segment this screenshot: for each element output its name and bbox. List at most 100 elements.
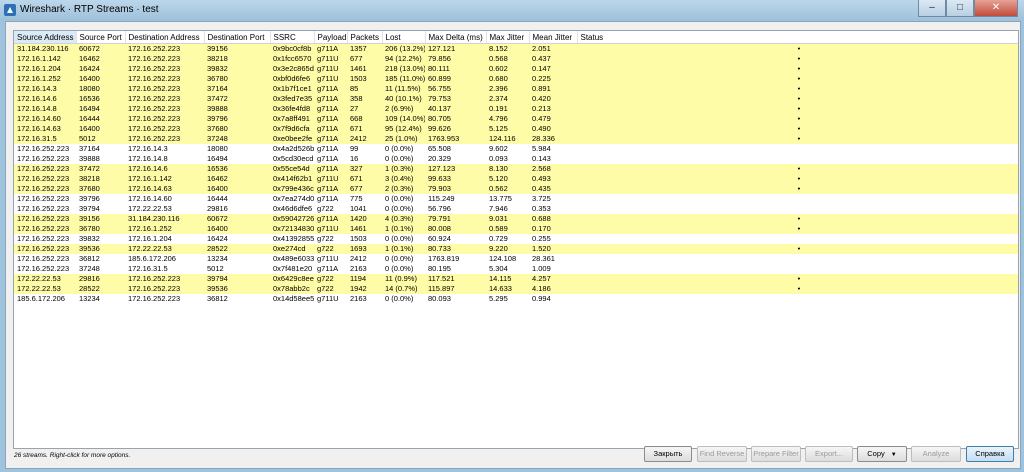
table-row[interactable]: 172.16.14.6 16536 172.16.252.223 37472 0x3fe… <box>14 94 1018 104</box>
table-row[interactable]: 172.16.1.142 16462 172.16.252.223 38218 0x1f… <box>14 54 1018 64</box>
table-row[interactable]: 172.16.252.223 38218 172.16.1.142 16462 0x41… <box>14 174 1018 184</box>
copy-button[interactable]: Copy ▼ <box>857 446 907 462</box>
table-cell: 99.626 <box>425 124 486 134</box>
column-header[interactable]: Lost <box>382 31 426 44</box>
table-cell: 16400 <box>204 224 270 234</box>
table-cell: 2.396 <box>486 84 529 94</box>
table-cell: 37164 <box>204 84 270 94</box>
table-cell: 40 (10.1%) <box>382 94 425 104</box>
table-cell: 775 <box>350 194 363 203</box>
table-cell: 95 (12.4%) <box>382 124 425 134</box>
table-cell: 1763.953 <box>425 134 486 144</box>
table-cell: 60672 <box>204 214 270 224</box>
table-cell: 13234 <box>207 254 228 263</box>
table-cell: 29816 <box>207 204 228 213</box>
table-cell: 172.16.252.223 <box>125 284 204 294</box>
table-cell: 172.22.22.53 <box>128 204 172 213</box>
prepare-filter-button[interactable]: Prepare Filter <box>751 446 801 462</box>
table-cell: 37472 <box>76 164 125 174</box>
table-cell: 1420 <box>347 214 382 224</box>
column-header[interactable]: Source Port <box>76 31 126 44</box>
table-cell: 0.602 <box>486 64 529 74</box>
column-header[interactable]: Max Delta (ms) <box>425 31 487 44</box>
table-row[interactable]: 172.16.252.223 39794 172.22.22.53 29816 0x46… <box>14 204 1018 214</box>
table-row[interactable]: 172.16.252.223 39832 172.16.1.204 16424 0x41… <box>14 234 1018 244</box>
status-cell <box>577 294 1018 304</box>
column-header[interactable]: Source Address <box>14 31 77 44</box>
column-header[interactable]: Payload <box>314 31 348 44</box>
table-cell: 677 <box>347 54 382 64</box>
table-row[interactable]: 172.16.14.3 18080 172.16.252.223 37164 0x1b7… <box>14 84 1018 94</box>
table-row[interactable]: 172.16.252.223 37164 172.16.14.3 18080 0x4a2… <box>14 144 1018 154</box>
table-cell: 0 (0.0%) <box>385 194 414 203</box>
close-window-button[interactable]: ✕ <box>974 0 1018 17</box>
table-row[interactable]: 172.16.252.223 39156 31.184.230.116 60672 0x… <box>14 214 1018 224</box>
table-cell: 28522 <box>76 284 125 294</box>
table-cell: 0.680 <box>486 74 529 84</box>
table-cell: 0x59042726 <box>270 214 314 224</box>
column-header[interactable]: Mean Jitter <box>529 31 578 44</box>
column-header[interactable]: Destination Address <box>125 31 205 44</box>
column-header[interactable]: Packets <box>347 31 383 44</box>
table-cell: 172.22.22.53 <box>14 284 76 294</box>
table-cell: 677 <box>347 184 382 194</box>
table-row[interactable]: 172.16.252.223 36812 185.6.172.206 13234 0x4… <box>14 254 1018 264</box>
table-row[interactable]: 172.16.31.5 5012 172.16.252.223 37248 0xe0be… <box>14 134 1018 144</box>
table-cell: 31.184.230.116 <box>14 43 76 54</box>
table-cell: 1942 <box>347 284 382 294</box>
table-cell: 0.891 <box>529 84 577 94</box>
column-header[interactable]: Max Jitter <box>486 31 530 44</box>
table-cell: 0.490 <box>529 124 577 134</box>
table-cell: 172.16.14.6 <box>125 164 204 174</box>
status-cell: • <box>577 104 1018 114</box>
table-cell: 36780 <box>204 74 270 84</box>
minimize-button[interactable]: – <box>918 0 946 17</box>
help-button[interactable]: Справка <box>966 446 1014 462</box>
table-cell: 1 (0.3%) <box>382 164 425 174</box>
column-header[interactable]: Status <box>577 31 1018 44</box>
table-cell: 172.16.1.142 <box>125 174 204 184</box>
status-cell: • <box>577 124 1018 134</box>
table-cell: 1693 <box>347 244 382 254</box>
status-cell <box>577 154 1018 164</box>
table-cell: 4.796 <box>486 114 529 124</box>
table-row[interactable]: 172.16.14.63 16400 172.16.252.223 37680 0x7f… <box>14 124 1018 134</box>
title-bar[interactable]: Wireshark · RTP Streams · test – □ ✕ <box>0 0 1024 20</box>
table-row[interactable]: 172.16.252.223 39536 172.22.22.53 28522 0xe2… <box>14 244 1018 254</box>
table-cell: 36812 <box>79 254 100 263</box>
table-cell: 0.493 <box>529 174 577 184</box>
table-row[interactable]: 172.16.252.223 39888 172.16.14.8 16494 0x5cd… <box>14 154 1018 164</box>
table-row[interactable]: 172.16.1.252 16400 172.16.252.223 36780 0xbf… <box>14 74 1018 84</box>
table-row[interactable]: 172.16.1.204 16424 172.16.252.223 39832 0x3e… <box>14 64 1018 74</box>
streams-table-container[interactable]: Source Address Source Port Destination Add… <box>13 30 1019 449</box>
table-row[interactable]: 172.16.252.223 39796 172.16.14.60 16444 0x7e… <box>14 194 1018 204</box>
table-row[interactable]: 172.22.22.53 28522 172.16.252.223 39536 0x78… <box>14 284 1018 294</box>
export-button[interactable]: Export... <box>805 446 853 462</box>
analyze-button[interactable]: Analyze <box>911 446 961 462</box>
table-row[interactable]: 172.22.22.53 29816 172.16.252.223 39794 0x64… <box>14 274 1018 284</box>
table-row[interactable]: 172.16.14.60 16444 172.16.252.223 39796 0x7a… <box>14 114 1018 124</box>
table-cell: g711A <box>314 104 347 114</box>
column-header[interactable]: Destination Port <box>204 31 271 44</box>
column-header[interactable]: SSRC <box>270 31 315 44</box>
table-row[interactable]: 31.184.230.116 60672 172.16.252.223 39156 0x… <box>14 43 1018 54</box>
table-cell: 4 (0.3%) <box>382 214 425 224</box>
table-row[interactable]: 172.16.252.223 37472 172.16.14.6 16536 0x55c… <box>14 164 1018 174</box>
table-cell: 39796 <box>204 114 270 124</box>
table-row[interactable]: 172.16.14.8 16494 172.16.252.223 39888 0x36f… <box>14 104 1018 114</box>
table-cell: 117.521 <box>425 274 486 284</box>
table-cell: 172.16.252.223 <box>125 274 204 284</box>
table-row[interactable]: 172.16.252.223 36780 172.16.1.252 16400 0x72… <box>14 224 1018 234</box>
table-row[interactable]: 172.16.252.223 37248 172.16.31.5 5012 0x7f48… <box>14 264 1018 274</box>
table-cell: 80.093 <box>428 294 451 303</box>
table-cell: 0x5cd30ecd <box>273 154 314 163</box>
table-cell: 172.16.252.223 <box>14 244 76 254</box>
table-cell: 172.16.1.142 <box>14 54 76 64</box>
close-button[interactable]: Закрыть <box>644 446 692 462</box>
maximize-button[interactable]: □ <box>946 0 974 17</box>
table-row[interactable]: 185.6.172.206 13234 172.16.252.223 36812 0x1… <box>14 294 1018 304</box>
table-cell: 39156 <box>76 214 125 224</box>
find-reverse-button[interactable]: Find Reverse <box>697 446 747 462</box>
table-cell: 172.16.14.3 <box>14 84 76 94</box>
table-row[interactable]: 172.16.252.223 37680 172.16.14.63 16400 0x79… <box>14 184 1018 194</box>
